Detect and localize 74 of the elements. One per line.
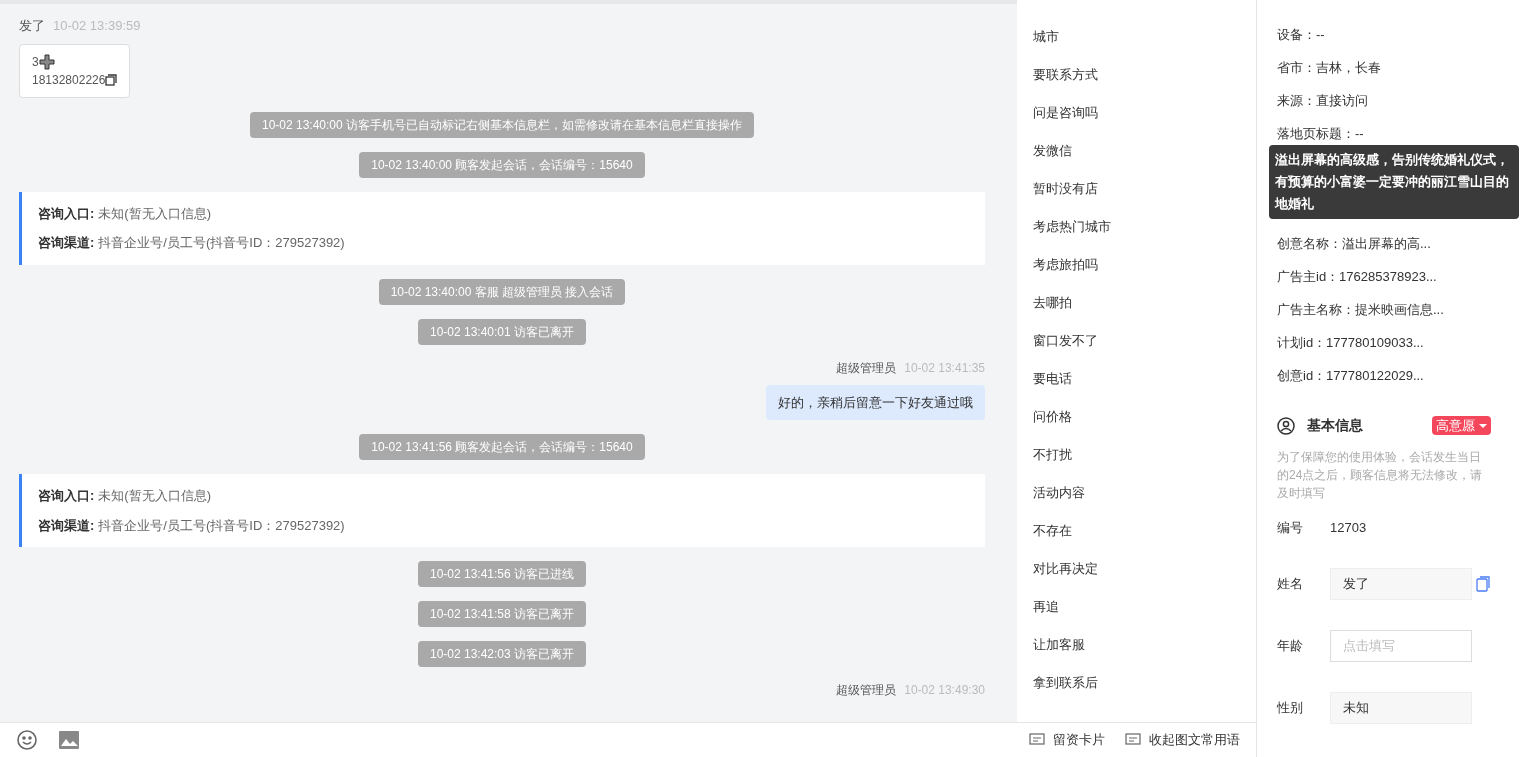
message-time: 10-02 13:39:59 bbox=[53, 17, 141, 35]
phrase-item[interactable]: 去哪拍 bbox=[1033, 292, 1256, 314]
source-row-text: 计划id：177780109033... bbox=[1277, 334, 1425, 352]
toolbar-button[interactable]: 收起图文常用语 bbox=[1125, 730, 1240, 750]
phrase-item[interactable]: 活动内容 bbox=[1033, 482, 1256, 504]
field-label: 姓名 bbox=[1277, 574, 1304, 593]
phrase-item[interactable]: 不打扰 bbox=[1033, 444, 1256, 466]
source-row-text: 设备：-- bbox=[1277, 26, 1326, 44]
source-row-text: 广告主名称：提米映画信息... bbox=[1277, 301, 1445, 319]
phrase-item[interactable]: 不存在 bbox=[1033, 520, 1256, 542]
system-notice: 10-02 13:41:58 访客已离开 bbox=[417, 601, 587, 627]
input-field[interactable]: 未知 bbox=[1330, 691, 1472, 724]
sender-name: 超级管理员 bbox=[836, 682, 897, 699]
source-row-text: 来源：直接访问 bbox=[1277, 92, 1369, 110]
input-field[interactable]: 点击填写 bbox=[1330, 629, 1472, 662]
system-notice: 10-02 13:40:00 客服 超级管理员 接入会话 bbox=[378, 278, 626, 305]
caret-icon bbox=[1479, 423, 1487, 428]
phrase-item[interactable]: 考虑旅拍吗 bbox=[1033, 254, 1256, 276]
sender-name: 发了 bbox=[19, 17, 45, 35]
system-notice: 10-02 13:40:01 访客已离开 bbox=[417, 318, 587, 345]
copy-icon[interactable] bbox=[105, 73, 118, 86]
phrase-item[interactable]: 拿到联系后 bbox=[1033, 672, 1256, 694]
info-value: 未知(暂无入口信息) bbox=[98, 204, 211, 223]
phrase-item[interactable]: 对比再决定 bbox=[1033, 558, 1256, 580]
source-row-text: 落地页标题：-- bbox=[1277, 125, 1365, 143]
system-notice: 10-02 13:41:56 访客已进线 bbox=[417, 561, 587, 587]
sender-name: 超级管理员 bbox=[836, 359, 897, 377]
info-label: 咨询入口: bbox=[38, 204, 95, 223]
info-value: 抖音企业号/员工号(抖音号ID：279527392) bbox=[98, 516, 345, 535]
card-text: 3 bbox=[32, 53, 39, 71]
notice-text: 为了保障您的使用体验，会话发生当日的24点之后，顾客信息将无法修改，请及时填写 bbox=[1277, 449, 1484, 502]
toolbar-button[interactable]: 留资卡片 bbox=[1029, 730, 1105, 750]
system-notice: 10-02 13:42:03 访客已离开 bbox=[417, 641, 587, 667]
message-time: 10-02 13:41:35 bbox=[904, 359, 985, 377]
user-icon bbox=[1277, 416, 1295, 435]
info-value: 抖音企业号/员工号(抖音号ID：279527392) bbox=[98, 234, 345, 252]
intent-tag[interactable]: 高意愿 bbox=[1432, 415, 1491, 436]
phrase-item[interactable]: 让加客服 bbox=[1033, 634, 1256, 656]
info-label: 咨询渠道: bbox=[38, 234, 95, 252]
phrase-item[interactable]: 发微信 bbox=[1033, 140, 1256, 162]
message-time: 10-02 13:49:30 bbox=[904, 682, 985, 699]
phone-number: 18132802226 bbox=[32, 71, 106, 89]
message-icon bbox=[1125, 733, 1141, 747]
field-label: 性别 bbox=[1277, 698, 1304, 717]
phrase-item[interactable]: 窗口发不了 bbox=[1033, 330, 1256, 352]
field-label: 年龄 bbox=[1277, 636, 1304, 655]
phrase-item[interactable]: 问是咨询吗 bbox=[1033, 102, 1256, 124]
info-value: 未知(暂无入口信息) bbox=[98, 487, 211, 505]
source-row-text: 创意id：177780122029... bbox=[1277, 367, 1425, 385]
phrase-item[interactable]: 要电话 bbox=[1033, 368, 1256, 390]
info-label: 咨询入口: bbox=[38, 487, 95, 505]
plus-icon bbox=[38, 53, 55, 70]
image-icon[interactable] bbox=[58, 730, 80, 750]
source-row-text: 省市：吉林，长春 bbox=[1277, 59, 1382, 77]
section-title: 基本信息 bbox=[1307, 416, 1363, 435]
phrase-item[interactable]: 再追 bbox=[1033, 596, 1256, 618]
system-notice: 10-02 13:41:56 顾客发起会话，会话编号：15640 bbox=[359, 434, 645, 460]
system-notice: 10-02 13:40:00 顾客发起会话，会话编号：15640 bbox=[359, 151, 645, 178]
emoji-icon[interactable] bbox=[16, 729, 38, 751]
message-icon bbox=[1029, 733, 1045, 747]
system-notice: 10-02 13:40:00 访客手机号已自动标记右侧基本信息栏，如需修改请在基本信息栏直接操作 bbox=[249, 111, 755, 138]
phrase-item[interactable]: 暂时没有店 bbox=[1033, 178, 1256, 200]
phrase-item[interactable]: 城市 bbox=[1033, 26, 1256, 48]
message-bubble: 好的，亲稍后留意一下好友通过哦 bbox=[766, 384, 985, 420]
field-label: 编号 bbox=[1277, 519, 1304, 537]
source-row-text: 广告主id：176285378923... bbox=[1277, 268, 1438, 286]
source-row-text: 创意名称：溢出屏幕的高... bbox=[1277, 235, 1432, 253]
tooltip: 溢出屏幕的高级感，告别传统婚礼仪式，有预算的小富婆一定要冲的丽江雪山目的地婚礼 bbox=[1269, 145, 1519, 219]
info-label: 咨询渠道: bbox=[38, 516, 95, 535]
phrase-item[interactable]: 考虑热门城市 bbox=[1033, 216, 1256, 238]
field-value: 12703 bbox=[1330, 519, 1367, 537]
phrase-item[interactable]: 问价格 bbox=[1033, 406, 1256, 428]
input-field[interactable]: 发了 bbox=[1330, 567, 1472, 600]
phrase-item[interactable]: 要联系方式 bbox=[1033, 64, 1256, 86]
